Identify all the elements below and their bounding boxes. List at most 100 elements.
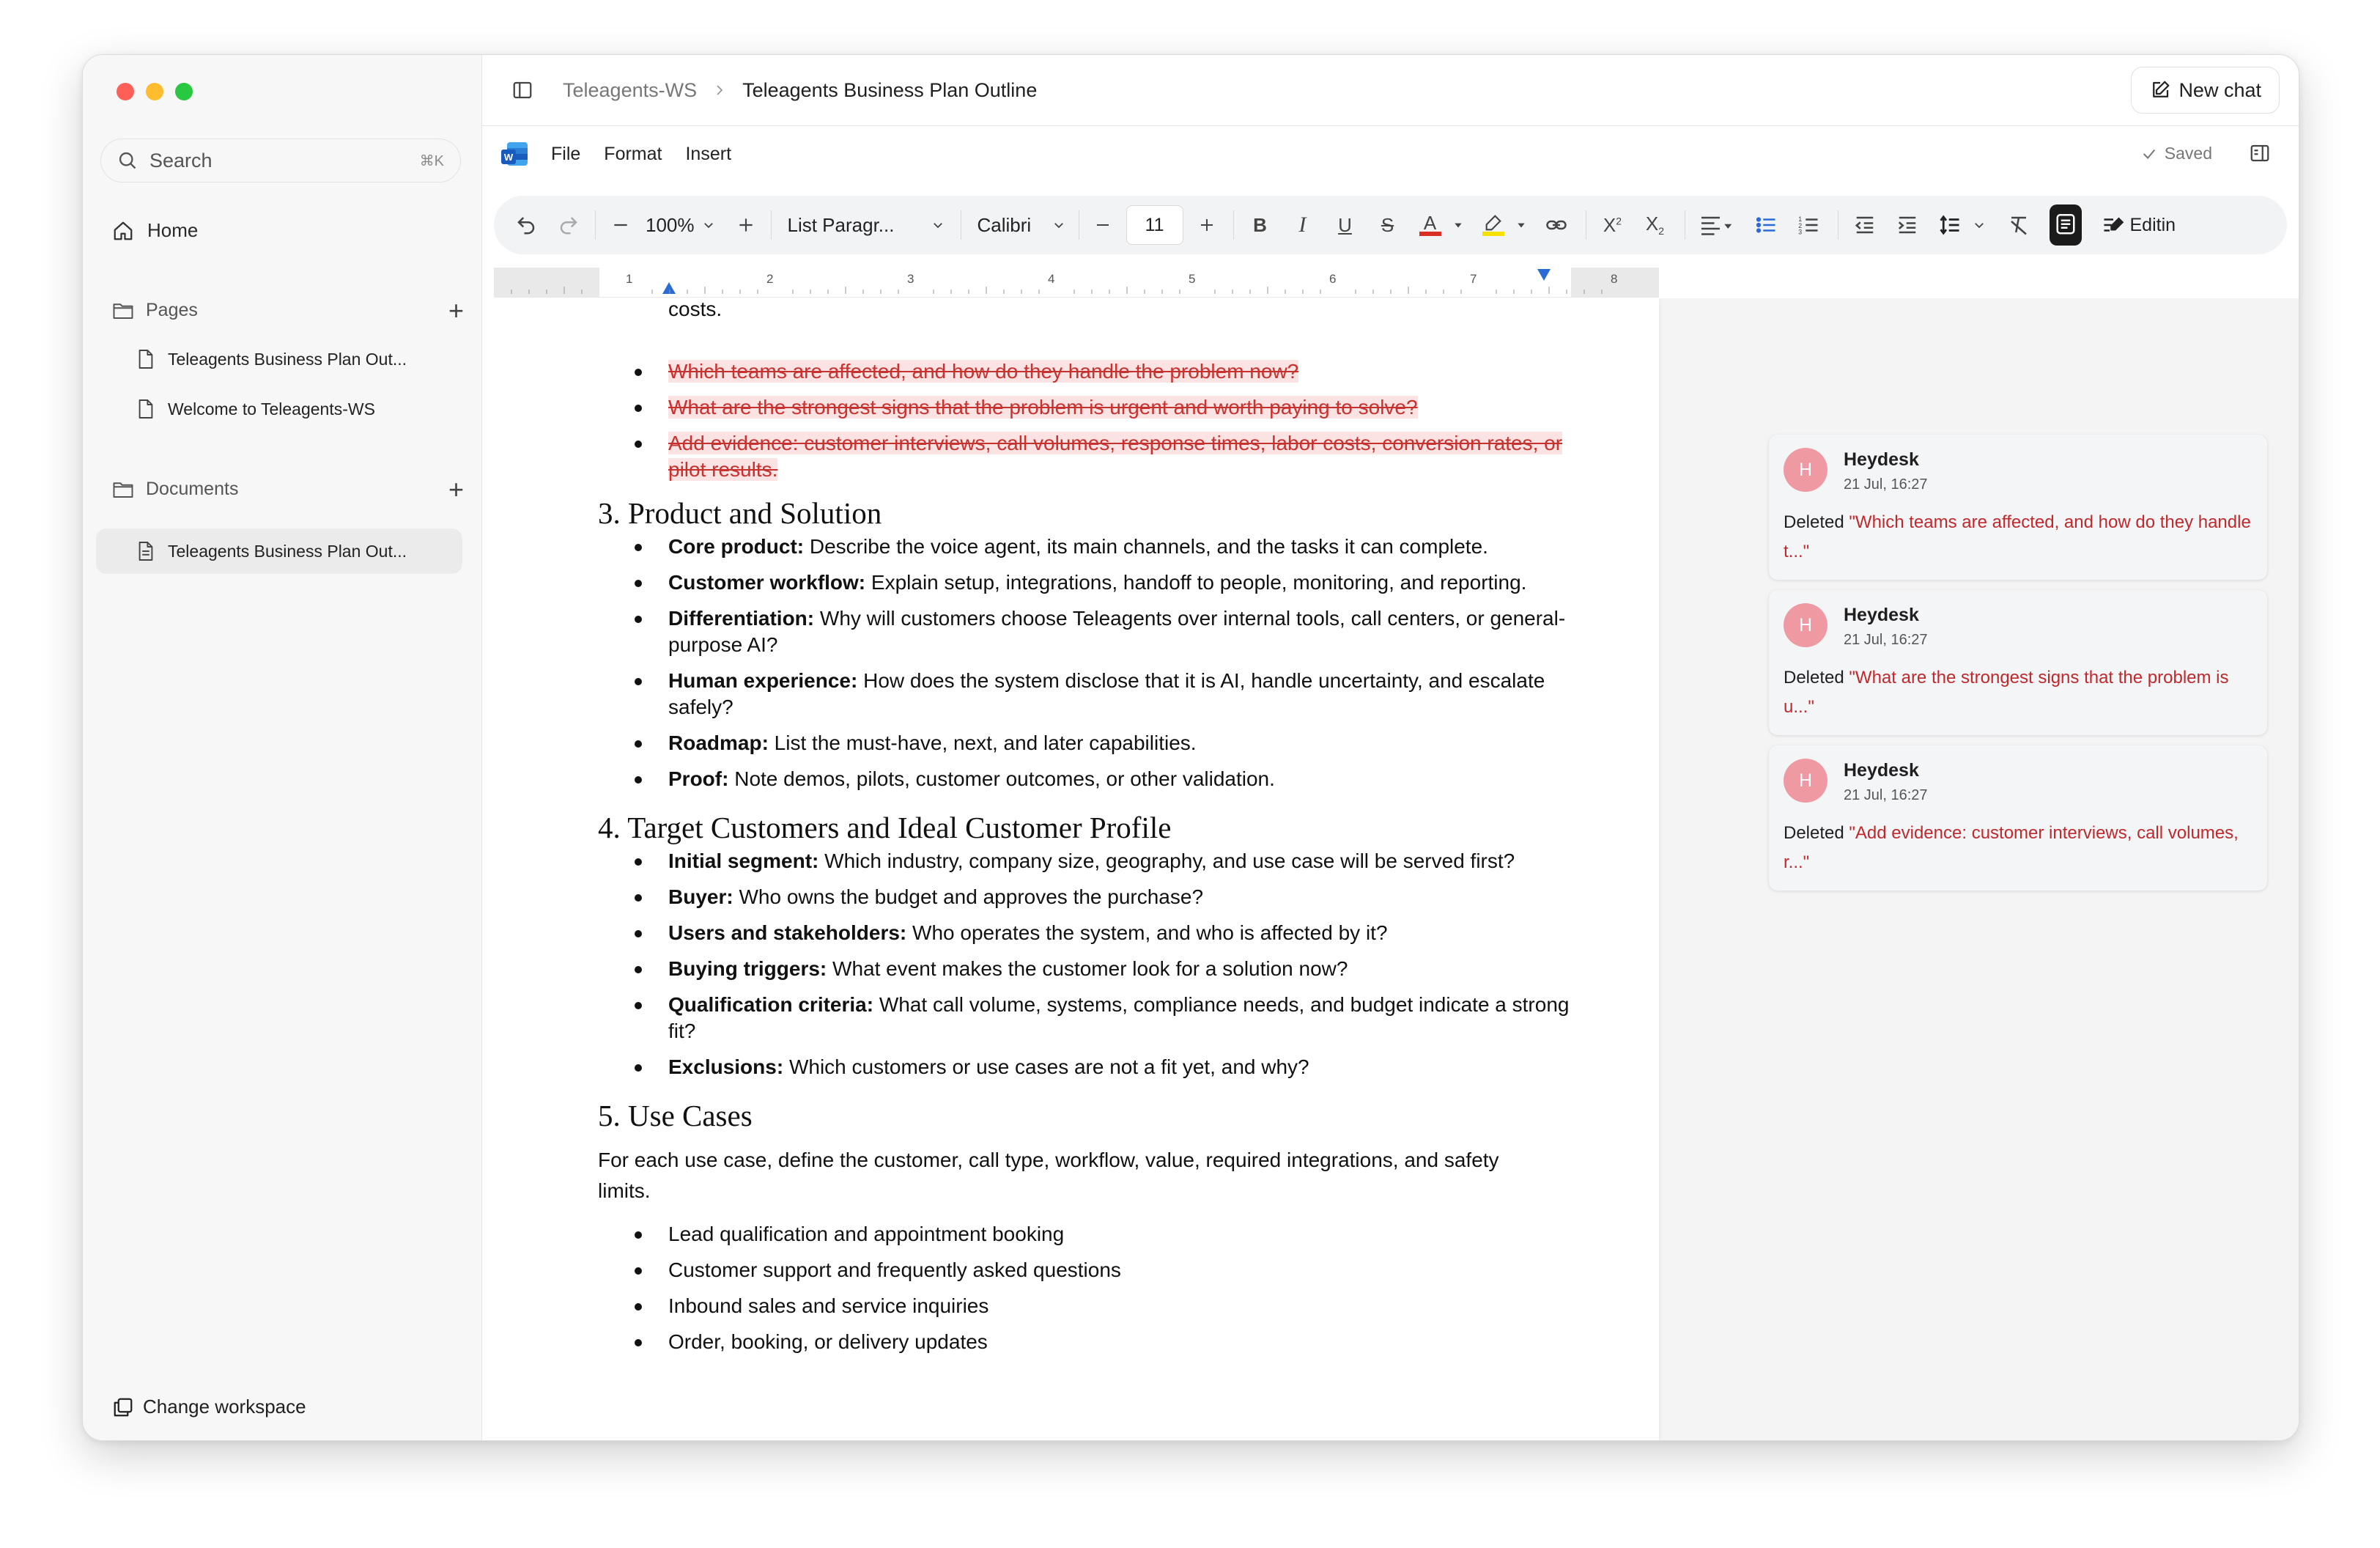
comment-quote: "Add evidence: customer interviews, call… bbox=[1784, 823, 2239, 872]
list-item[interactable]: Differentiation: Why will customers choo… bbox=[598, 605, 1580, 658]
superscript-button[interactable]: X2 bbox=[1597, 214, 1629, 237]
close-window-button[interactable] bbox=[117, 83, 134, 100]
topbar: Teleagents-WS Teleagents Business Plan O… bbox=[482, 55, 2299, 126]
highlight-dropdown[interactable] bbox=[1512, 220, 1530, 230]
paragraph-style-select[interactable]: List Paragr... bbox=[788, 214, 945, 237]
redo-button[interactable] bbox=[552, 214, 585, 236]
comment-card[interactable]: H Heydesk 21 Jul, 16:27 Deleted "Add evi… bbox=[1769, 745, 2267, 891]
comment-author: Heydesk bbox=[1844, 605, 1919, 625]
deleted-list-item[interactable]: Which teams are affected, and how do the… bbox=[598, 358, 1580, 385]
comment-action: Deleted bbox=[1784, 823, 1849, 843]
list-item[interactable]: Users and stakeholders: Who operates the… bbox=[598, 920, 1580, 946]
list-item[interactable]: Exclusions: Which customers or use cases… bbox=[598, 1054, 1580, 1080]
highlight-button[interactable] bbox=[1477, 214, 1509, 236]
pages-section-label: Pages bbox=[146, 300, 198, 320]
sidebar-document-item[interactable]: Teleagents Business Plan Out... bbox=[96, 528, 462, 574]
comments-toggle-button[interactable] bbox=[2049, 204, 2082, 246]
list-item[interactable]: Buying triggers: What event makes the cu… bbox=[598, 956, 1580, 982]
caret-down-icon bbox=[1454, 223, 1462, 228]
decrease-font-size-button[interactable] bbox=[1090, 216, 1116, 234]
add-page-button[interactable]: + bbox=[448, 297, 464, 324]
comment-quote: "Which teams are affected, and how do th… bbox=[1784, 512, 2251, 561]
zoom-out-button[interactable] bbox=[606, 215, 635, 235]
formatting-toolbar: 100% List Paragr... Calibri 11 B I U S A… bbox=[494, 196, 2287, 254]
zoom-window-button[interactable] bbox=[175, 83, 193, 100]
numbered-list-button[interactable]: 123 bbox=[1792, 214, 1825, 236]
comment-timestamp: 21 Jul, 16:27 bbox=[1844, 632, 1928, 648]
list-item[interactable]: Inbound sales and service inquiries bbox=[598, 1293, 1580, 1319]
document-icon bbox=[138, 350, 153, 369]
list-item[interactable]: Human experience: How does the system di… bbox=[598, 668, 1580, 720]
ruler-ticks bbox=[511, 287, 1603, 294]
strikethrough-icon: S bbox=[1381, 213, 1394, 236]
plus-icon bbox=[739, 218, 753, 232]
document-body[interactable]: costs. Which teams are affected, and how… bbox=[598, 298, 1580, 1365]
highlighter-icon bbox=[1485, 215, 1501, 231]
breadcrumb-workspace[interactable]: Teleagents-WS bbox=[563, 79, 697, 102]
comment-quote: "What are the strongest signs that the p… bbox=[1784, 668, 2229, 717]
italic-button[interactable]: I bbox=[1287, 213, 1319, 237]
line-spacing-dropdown[interactable] bbox=[1970, 218, 1988, 232]
list-item[interactable]: Proof: Note demos, pilots, customer outc… bbox=[598, 766, 1580, 792]
sidebar-page-item[interactable]: Welcome to Teleagents-WS bbox=[96, 386, 462, 432]
new-chat-button[interactable]: New chat bbox=[2131, 67, 2280, 114]
list-item[interactable]: Customer support and frequently asked qu… bbox=[598, 1257, 1580, 1283]
strikethrough-button[interactable]: S bbox=[1372, 214, 1404, 237]
deleted-list-item[interactable]: Add evidence: customer interviews, call … bbox=[598, 430, 1580, 483]
sidebar-page-item[interactable]: Teleagents Business Plan Out... bbox=[96, 336, 462, 382]
comment-body: Deleted "What are the strongest signs th… bbox=[1784, 663, 2252, 722]
document-page[interactable]: costs. Which teams are affected, and how… bbox=[494, 298, 1659, 1440]
comment-body: Deleted "Which teams are affected, and h… bbox=[1784, 508, 2252, 567]
minimize-window-button[interactable] bbox=[146, 83, 163, 100]
menu-file[interactable]: File bbox=[551, 144, 580, 165]
font-color-button[interactable]: A bbox=[1414, 213, 1446, 236]
svg-text:W: W bbox=[504, 152, 514, 163]
sidebar-item-home[interactable]: Home bbox=[112, 219, 198, 242]
change-workspace-button[interactable]: Change workspace bbox=[112, 1396, 306, 1418]
menu-format[interactable]: Format bbox=[604, 144, 662, 165]
menu-insert[interactable]: Insert bbox=[685, 144, 731, 165]
document-icon bbox=[138, 399, 153, 419]
line-spacing-button[interactable] bbox=[1934, 214, 1966, 236]
toggle-sidebar-icon[interactable] bbox=[511, 79, 533, 101]
avatar: H bbox=[1784, 603, 1828, 647]
list-item[interactable]: Lead qualification and appointment booki… bbox=[598, 1221, 1580, 1247]
search-input[interactable]: Search ⌘K bbox=[100, 139, 461, 183]
comment-timestamp: 21 Jul, 16:27 bbox=[1844, 476, 1928, 493]
font-color-dropdown[interactable] bbox=[1449, 220, 1467, 230]
font-family-select[interactable]: Calibri bbox=[978, 214, 1065, 237]
comment-card[interactable]: H Heydesk 21 Jul, 16:27 Deleted "What ar… bbox=[1769, 590, 2267, 735]
zoom-select[interactable]: 100% bbox=[646, 214, 715, 237]
increase-font-size-button[interactable] bbox=[1194, 216, 1220, 234]
comment-card[interactable]: H Heydesk 21 Jul, 16:27 Deleted "Which t… bbox=[1769, 435, 2267, 580]
word-logo-icon: W bbox=[500, 139, 529, 169]
bulleted-list-button[interactable] bbox=[1750, 214, 1782, 236]
save-status-label: Saved bbox=[2164, 144, 2212, 163]
deleted-list-item[interactable]: What are the strongest signs that the pr… bbox=[598, 394, 1580, 421]
folder-icon bbox=[113, 303, 133, 319]
list-item[interactable]: Buyer: Who owns the budget and approves … bbox=[598, 884, 1580, 910]
list-item-term: Core product: bbox=[668, 535, 805, 558]
font-size-input[interactable]: 11 bbox=[1126, 205, 1183, 245]
underline-button[interactable]: U bbox=[1329, 214, 1361, 237]
side-panel-icon[interactable] bbox=[2249, 142, 2271, 164]
list-item[interactable]: Initial segment: Which industry, company… bbox=[598, 848, 1580, 874]
list-item-term: Exclusions: bbox=[668, 1055, 784, 1078]
list-item[interactable]: Core product: Describe the voice agent, … bbox=[598, 534, 1580, 560]
list-item[interactable]: Qualification criteria: What call volume… bbox=[598, 992, 1580, 1044]
clear-formatting-button[interactable] bbox=[2003, 214, 2035, 236]
list-item[interactable]: Order, booking, or delivery updates bbox=[598, 1329, 1580, 1355]
horizontal-ruler[interactable]: 1 2 3 4 5 6 7 8 bbox=[494, 268, 1659, 298]
list-item[interactable]: Customer workflow: Explain setup, integr… bbox=[598, 570, 1580, 596]
align-left-button[interactable] bbox=[1696, 214, 1737, 236]
list-item[interactable]: Roadmap: List the must-have, next, and l… bbox=[598, 730, 1580, 756]
zoom-in-button[interactable] bbox=[731, 215, 761, 235]
bold-button[interactable]: B bbox=[1244, 214, 1276, 237]
increase-indent-button[interactable] bbox=[1891, 214, 1923, 236]
subscript-button[interactable]: X2 bbox=[1639, 213, 1671, 237]
editing-mode-button[interactable]: Editin bbox=[2102, 215, 2176, 236]
add-document-button[interactable]: + bbox=[448, 476, 464, 503]
insert-link-button[interactable] bbox=[1540, 214, 1572, 236]
decrease-indent-button[interactable] bbox=[1849, 214, 1881, 236]
undo-button[interactable] bbox=[510, 214, 542, 236]
